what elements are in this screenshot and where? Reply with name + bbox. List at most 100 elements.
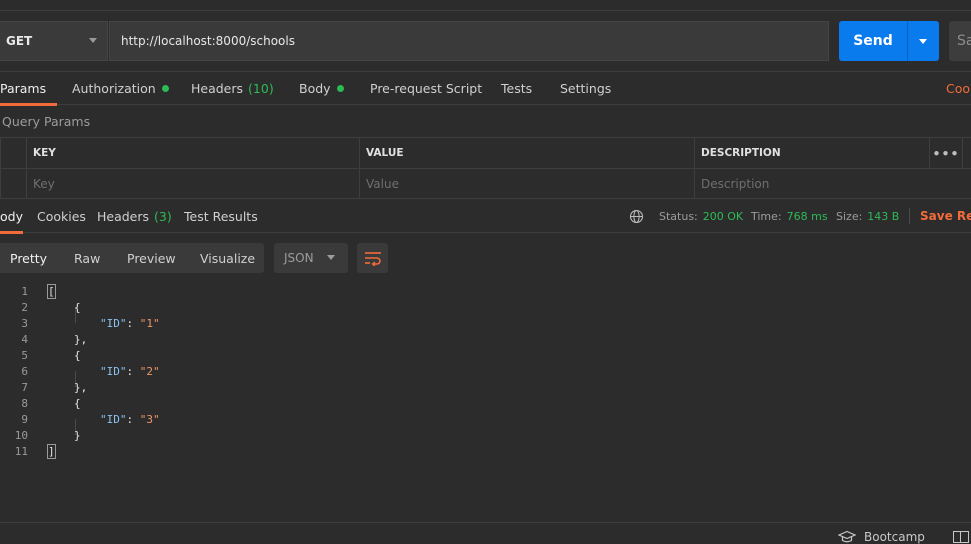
divider	[909, 208, 910, 224]
save-response-button[interactable]: Save Res	[920, 200, 971, 232]
column-header-key: KEY	[26, 138, 360, 168]
graduation-cap-icon	[838, 530, 856, 543]
status-dot-icon	[336, 85, 344, 92]
format-label: JSON	[284, 251, 314, 265]
tab-body[interactable]: Body	[299, 72, 344, 105]
method-select[interactable]: GET	[0, 21, 108, 61]
send-label: Send	[853, 33, 893, 49]
json-value: "1"	[139, 316, 160, 330]
code-text: }	[74, 428, 81, 442]
param-description-input[interactable]: Description	[694, 169, 971, 199]
tab-tests[interactable]: Tests	[501, 72, 532, 105]
bottom-status-bar: Bootcamp	[0, 522, 971, 544]
wrap-icon	[364, 252, 381, 266]
tab-test-results[interactable]: Test Results	[184, 200, 258, 233]
tab-headers-label: Headers	[191, 81, 244, 96]
globe-icon[interactable]	[629, 200, 644, 232]
param-value-input[interactable]: Value	[359, 169, 695, 199]
line-number: 2	[21, 300, 28, 314]
tab-params-label: Params	[0, 81, 47, 96]
tab-authorization[interactable]: Authorization	[72, 72, 169, 105]
code-line: 6 "ID": "2"	[0, 363, 971, 379]
tab-response-headers-label: Headers	[97, 209, 150, 224]
tab-response-cookies[interactable]: Cookies	[37, 200, 86, 233]
tab-body-label: Body	[299, 81, 331, 96]
tab-response-headers-count: (3)	[154, 209, 172, 224]
code-text: },	[74, 332, 88, 346]
tab-settings-label: Settings	[560, 81, 612, 96]
size-value: 143 B	[867, 209, 900, 223]
tab-authorization-label: Authorization	[72, 81, 156, 96]
tab-params[interactable]: Params	[0, 72, 57, 106]
line-number: 3	[21, 316, 28, 330]
chevron-down-icon	[89, 38, 97, 43]
response-body-code[interactable]: 1 [ 2 { 3 "ID": "1" 4 }, 5 { 6 "ID": "2"…	[0, 283, 971, 463]
send-divider	[907, 21, 908, 61]
line-number: 6	[21, 364, 28, 378]
code-text: "ID": "1"	[100, 317, 160, 330]
line-number: 5	[21, 348, 28, 362]
column-header-description: DESCRIPTION	[694, 138, 929, 168]
row-checkbox[interactable]	[0, 169, 26, 199]
view-tab-preview[interactable]: Preview	[127, 243, 176, 273]
status-label: Status:	[659, 209, 698, 223]
format-select[interactable]: JSON	[274, 243, 348, 273]
line-number: 9	[21, 412, 28, 426]
code-text: "ID": "2"	[100, 365, 160, 378]
bootcamp-button[interactable]: Bootcamp	[838, 530, 925, 544]
code-text: {	[74, 396, 81, 410]
code-text: {	[74, 300, 81, 314]
tab-response-cookies-label: Cookies	[37, 209, 86, 224]
line-number: 11	[14, 444, 28, 458]
tab-settings[interactable]: Settings	[560, 72, 611, 105]
code-text: "ID": "3"	[100, 413, 160, 426]
url-input[interactable]: http://localhost:8000/schools	[109, 21, 829, 61]
bootcamp-label: Bootcamp	[864, 530, 925, 544]
code-line: 7 },	[0, 379, 971, 395]
wrap-lines-button[interactable]	[357, 243, 388, 273]
code-line: 1 [	[0, 283, 971, 299]
view-tab-visualize[interactable]: Visualize	[200, 243, 255, 273]
save-button[interactable]: Sa	[949, 21, 971, 61]
tab-tests-label: Tests	[501, 81, 533, 96]
active-tab-underline	[0, 231, 23, 234]
status-value: 200 OK	[702, 209, 744, 223]
code-text: {	[74, 348, 81, 362]
chevron-down-icon	[327, 255, 335, 260]
code-line: 9 "ID": "3"	[0, 411, 971, 427]
tab-headers[interactable]: Headers (10)	[191, 72, 274, 105]
json-value: "3"	[139, 412, 160, 426]
tab-headers-count: (10)	[248, 81, 274, 96]
cookies-link[interactable]: Cook	[946, 72, 971, 105]
code-line: 10 }	[0, 427, 971, 443]
json-colon: :	[126, 316, 140, 330]
params-input-row: Key Value Description	[0, 168, 971, 199]
tab-prerequest-label: Pre-request Script	[370, 81, 483, 96]
method-label: GET	[6, 34, 33, 48]
code-line: 4 },	[0, 331, 971, 347]
two-pane-view-icon[interactable]	[953, 531, 969, 543]
view-tab-raw[interactable]: Raw	[74, 243, 100, 273]
line-number: 4	[21, 332, 28, 346]
status-dot-icon	[161, 85, 169, 92]
params-header-row: KEY VALUE DESCRIPTION •••	[0, 137, 971, 168]
params-table: KEY VALUE DESCRIPTION ••• Key Value Desc…	[0, 137, 971, 200]
more-options-icon[interactable]: •••	[929, 138, 963, 168]
view-mode-bar: Pretty Raw Preview Visualize	[0, 243, 264, 273]
row-checkbox-column	[0, 138, 26, 168]
code-line: 5 {	[0, 347, 971, 363]
send-button[interactable]: Send	[839, 21, 939, 61]
tab-response-body-label: ody	[0, 209, 23, 224]
json-value: "2"	[139, 364, 160, 378]
tab-response-body[interactable]: ody	[0, 200, 23, 234]
send-dropdown-chevron-icon[interactable]	[919, 38, 927, 44]
top-strip	[0, 0, 971, 11]
code-text: },	[74, 380, 88, 394]
tab-prerequest-script[interactable]: Pre-request Script	[370, 72, 482, 105]
view-tab-pretty[interactable]: Pretty	[10, 243, 47, 273]
line-number: 8	[21, 396, 28, 410]
line-number: 7	[21, 380, 28, 394]
cookies-link-label: Cook	[946, 81, 971, 96]
param-key-input[interactable]: Key	[26, 169, 360, 199]
tab-response-headers[interactable]: Headers (3)	[97, 200, 172, 233]
